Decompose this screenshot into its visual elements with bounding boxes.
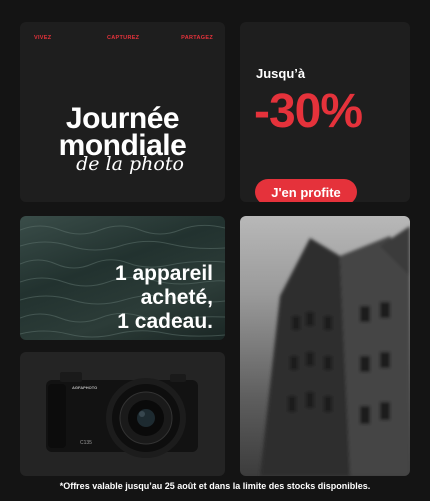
building-photo-card bbox=[240, 216, 410, 476]
offer-card: Jusqu’à -30% J'en profite bbox=[240, 22, 410, 202]
promo-line2: acheté, bbox=[140, 286, 213, 309]
tagline-partagez: PARTAGEZ bbox=[181, 35, 213, 41]
title-card: VIVEZ CAPTUREZ PARTAGEZ Journée mondiale… bbox=[20, 22, 225, 202]
sea-promo-card: 1 appareil acheté, 1 cadeau. bbox=[20, 216, 225, 340]
tagline-capturez: CAPTUREZ bbox=[107, 35, 140, 41]
promo-text: 1 appareil acheté, 1 cadeau. bbox=[115, 262, 213, 334]
discount-value: -30% bbox=[254, 85, 363, 138]
promo-line3: 1 cadeau. bbox=[117, 310, 213, 333]
building-image bbox=[260, 226, 410, 476]
camera-image bbox=[46, 372, 198, 458]
offer-upto-label: Jusqu’à bbox=[256, 66, 306, 81]
camera-model: C135 bbox=[80, 440, 92, 446]
camera-brand: AGFAPHOTO bbox=[72, 385, 98, 390]
tagline-vivez: VIVEZ bbox=[34, 35, 52, 41]
footnote: *Offres valable jusqu’au 25 août et dans… bbox=[59, 481, 371, 491]
hero-title-script: de la photo bbox=[76, 153, 184, 175]
cta-button[interactable]: J'en profite bbox=[255, 179, 357, 202]
camera-card: AGFAPHOTO C135 bbox=[20, 352, 225, 476]
promo-line1: 1 appareil bbox=[114, 262, 213, 285]
